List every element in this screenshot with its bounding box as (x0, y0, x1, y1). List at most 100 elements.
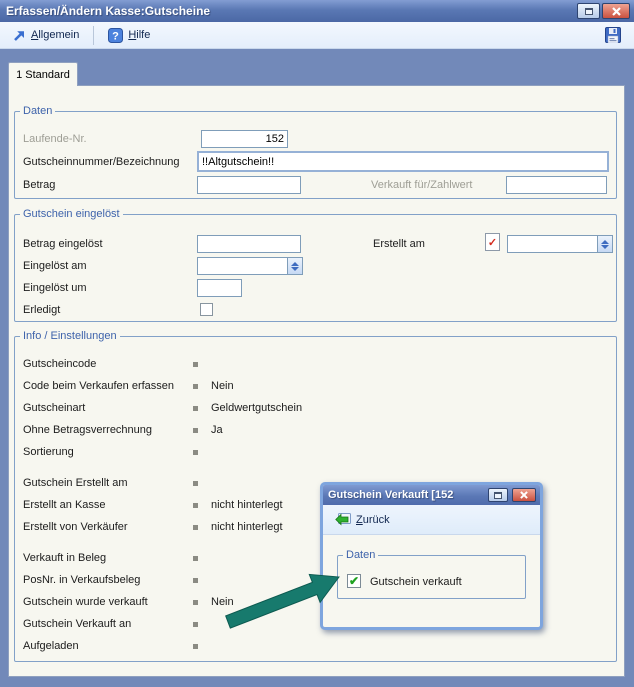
info-row-label: Gutscheinart (23, 402, 193, 414)
gutscheinnummer-input[interactable] (197, 151, 609, 172)
erstellt-am-date-input[interactable] (507, 235, 613, 253)
info-row: Sortierung (23, 444, 616, 460)
erstellt-am-spinner[interactable] (597, 235, 613, 253)
info-row-label: Gutschein Verkauft an (23, 618, 193, 630)
info-row: Ohne Betragsverrechnung Ja (23, 422, 616, 438)
eingeloest-am-label: Eingelöst am (23, 260, 87, 272)
eingeloest-am-date-field[interactable] (197, 257, 287, 275)
gutschein-verkauft-checkbox[interactable]: ✔ (347, 574, 361, 588)
toolbar-separator (93, 26, 94, 45)
document-red-check-icon[interactable]: ✓ (485, 233, 500, 251)
info-row-label: Erstellt an Kasse (23, 499, 193, 511)
info-row: Gutscheincode (23, 356, 616, 372)
allgemein-label: Allgemein (31, 29, 79, 41)
back-arrow-icon (335, 513, 351, 527)
popup-group-daten-legend: Daten (343, 549, 378, 561)
info-row-value: Geldwertgutschein (211, 402, 302, 414)
verkauft-fuer-input[interactable] (506, 176, 607, 194)
allgemein-button[interactable]: Allgemein (9, 27, 82, 44)
info-row-label: Gutscheincode (23, 358, 193, 370)
popup-group-daten: Daten ✔ Gutschein verkauft (337, 549, 526, 599)
hilfe-button[interactable]: ? Hilfe (105, 26, 153, 45)
bullet-icon (193, 481, 198, 486)
info-row-label: Aufgeladen (23, 640, 193, 652)
verkauft-fuer-label: Verkauft für/Zahlwert (371, 179, 473, 191)
floppy-disk-icon (605, 27, 622, 43)
group-eingeloest-legend: Gutschein eingelöst (20, 208, 123, 220)
bullet-icon (193, 428, 198, 433)
info-row-label: Ohne Betragsverrechnung (23, 424, 193, 436)
group-info-legend: Info / Einstellungen (20, 330, 120, 342)
eingeloest-um-label: Eingelöst um (23, 282, 87, 294)
popup-restore-icon (494, 492, 502, 499)
info-row: Aufgeladen (23, 638, 616, 654)
zurueck-button[interactable]: Zurück (332, 511, 393, 529)
info-row-label: Gutschein wurde verkauft (23, 596, 193, 608)
popup-title: Gutschein Verkauft [152 (328, 489, 453, 501)
popup-toolbar: Zurück (323, 505, 540, 535)
group-eingeloest: Gutschein eingelöst Betrag eingelöst Ers… (14, 208, 617, 322)
laufende-nr-input[interactable] (201, 130, 288, 148)
erledigt-label: Erledigt (23, 304, 60, 316)
restore-button[interactable] (577, 3, 600, 19)
info-row-value: nicht hinterlegt (211, 521, 283, 533)
betrag-eingeloest-input[interactable] (197, 235, 301, 253)
info-row-value: Ja (211, 424, 223, 436)
eingeloest-am-spinner[interactable] (287, 257, 303, 275)
bullet-icon (193, 362, 198, 367)
eingeloest-am-date-input[interactable] (197, 257, 303, 275)
popup-restore-button[interactable] (488, 488, 508, 502)
restore-icon (585, 8, 593, 15)
info-row-value: Nein (211, 380, 234, 392)
zurueck-label: Zurück (356, 514, 390, 526)
group-daten: Daten Laufende-Nr. Gutscheinnummer/Bezei… (14, 105, 617, 199)
laufende-nr-label: Laufende-Nr. (23, 133, 87, 145)
hilfe-label: Hilfe (128, 29, 150, 41)
svg-text:?: ? (112, 30, 119, 42)
question-mark-icon: ? (108, 28, 123, 43)
popup-close-icon (520, 491, 528, 499)
info-row: Gutscheinart Geldwertgutschein (23, 400, 616, 416)
info-row-label: Code beim Verkaufen erfassen (23, 380, 193, 392)
close-icon (612, 7, 621, 16)
bullet-icon (193, 450, 198, 455)
popup-gutschein-verkauft: Gutschein Verkauft [152 Zurück Daten ✔ (320, 482, 543, 630)
gutscheinnummer-label: Gutscheinnummer/Bezeichnung (23, 156, 180, 168)
arrow-up-right-icon (12, 29, 26, 42)
info-row-label: PosNr. in Verkaufsbeleg (23, 574, 193, 586)
erstellt-am-label: Erstellt am (373, 238, 425, 250)
info-row-label: Sortierung (23, 446, 193, 458)
check-icon: ✔ (349, 575, 359, 587)
erledigt-checkbox[interactable] (200, 303, 213, 316)
bullet-icon (193, 600, 198, 605)
info-row-label: Erstellt von Verkäufer (23, 521, 193, 533)
main-window: Erfassen/Ändern Kasse:Gutscheine Allgeme… (0, 0, 634, 687)
erstellt-am-date-field[interactable] (507, 235, 597, 253)
close-button[interactable] (602, 3, 630, 19)
info-row-value: Nein (211, 596, 234, 608)
window-title: Erfassen/Ändern Kasse:Gutscheine (6, 4, 210, 18)
info-row-label: Gutschein Erstellt am (23, 477, 193, 489)
group-daten-legend: Daten (20, 105, 55, 117)
save-button[interactable] (602, 25, 625, 45)
eingeloest-um-input[interactable] (197, 279, 242, 297)
info-row: Code beim Verkaufen erfassen Nein (23, 378, 616, 394)
bullet-icon (193, 622, 198, 627)
bullet-icon (193, 578, 198, 583)
bullet-icon (193, 644, 198, 649)
gutschein-verkauft-label: Gutschein verkauft (370, 576, 462, 588)
popup-close-button[interactable] (512, 488, 536, 502)
info-row-value: nicht hinterlegt (211, 499, 283, 511)
betrag-label: Betrag (23, 179, 55, 191)
bullet-icon (193, 406, 198, 411)
betrag-input[interactable] (197, 176, 301, 194)
bullet-icon (193, 384, 198, 389)
info-row-label: Verkauft in Beleg (23, 552, 193, 564)
main-toolbar: Allgemein ? Hilfe (0, 22, 634, 49)
tab-standard-label: 1 Standard (16, 69, 70, 81)
bullet-icon (193, 503, 198, 508)
bullet-icon (193, 525, 198, 530)
tab-standard[interactable]: 1 Standard (8, 62, 78, 86)
betrag-eingeloest-label: Betrag eingelöst (23, 238, 103, 250)
bullet-icon (193, 556, 198, 561)
